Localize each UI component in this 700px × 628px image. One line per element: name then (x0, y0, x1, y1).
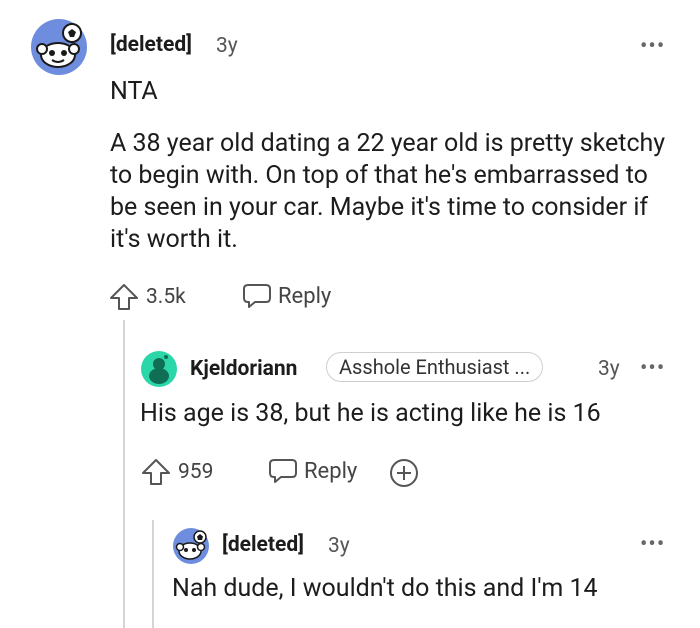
arrow-up-icon (142, 459, 170, 485)
snoo-soccer-avatar-icon (31, 19, 87, 75)
avatar[interactable] (30, 18, 88, 76)
comment-age: 3y (598, 357, 620, 381)
speech-bubble-icon (269, 459, 297, 483)
upvote-count: 959 (178, 460, 214, 484)
more-options-button[interactable]: ••• (640, 34, 665, 59)
more-options-button[interactable]: ••• (640, 356, 665, 381)
avatar[interactable] (140, 350, 178, 388)
upvote-button[interactable]: 3.5k (108, 282, 186, 312)
comment-text: A 38 year old dating a 22 year old is pr… (110, 129, 666, 254)
thread-line[interactable] (123, 320, 125, 628)
upvote-count: 3.5k (146, 285, 186, 309)
avatar[interactable] (172, 527, 210, 565)
upvote-button[interactable]: 959 (140, 457, 213, 487)
reply-label: Reply (304, 458, 358, 484)
thread-line[interactable] (152, 520, 154, 628)
more-options-button[interactable]: ••• (640, 532, 665, 557)
comment-text: NTA (110, 77, 158, 106)
reply-label: Reply (278, 283, 332, 309)
comment-text: His age is 38, but he is acting like he … (140, 399, 601, 428)
user-flair-badge: Asshole Enthusiast ... (326, 352, 544, 382)
comment-username[interactable]: Kjeldoriann (190, 357, 297, 381)
comment-age: 3y (328, 534, 350, 558)
snoo-green-avatar-icon (141, 351, 177, 387)
expand-replies-button[interactable] (388, 457, 420, 493)
plus-circle-icon (390, 459, 418, 487)
comment-text: Nah dude, I wouldn't do this and I'm 14 (172, 574, 598, 603)
speech-bubble-icon (243, 284, 271, 308)
comment-age: 3y (216, 34, 238, 58)
reply-button[interactable]: Reply (268, 457, 357, 485)
comment-username[interactable]: [deleted] (222, 533, 304, 557)
reply-button[interactable]: Reply (242, 282, 331, 310)
arrow-up-icon (110, 284, 138, 310)
comment-username[interactable]: [deleted] (110, 33, 192, 57)
snoo-soccer-avatar-icon (173, 528, 209, 564)
